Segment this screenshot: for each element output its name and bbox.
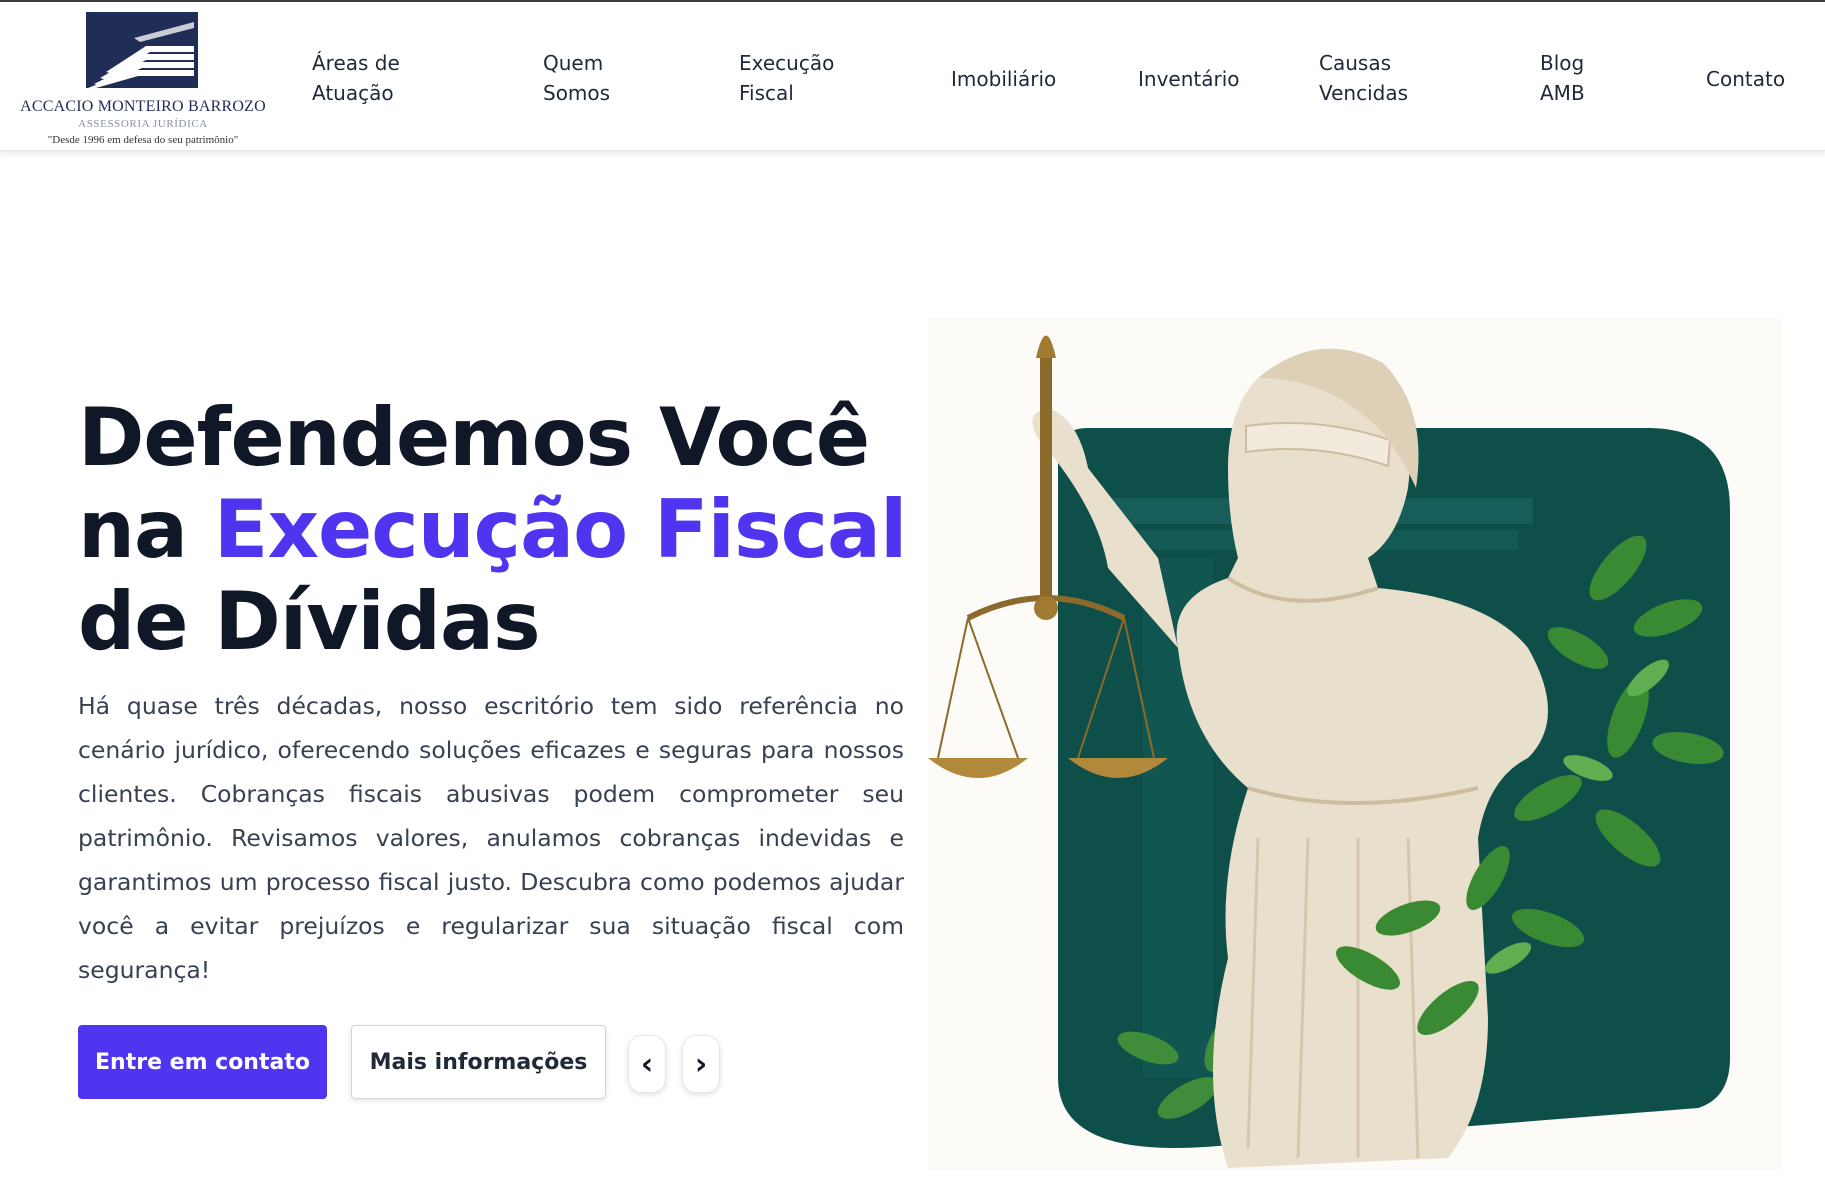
- hero-description: Há quase três décadas, nosso escritório …: [78, 692, 904, 984]
- nav-label-line2: Somos: [543, 81, 611, 105]
- nav-quem-somos[interactable]: Quem Somos: [543, 48, 610, 108]
- nav-label-line1: Quem: [543, 51, 604, 75]
- headline-part1: Defendemos Você: [78, 391, 870, 484]
- site-header: ACCACIO MONTEIRO BARROZO ASSESSORIA JURÍ…: [0, 2, 1825, 151]
- hero-headline: Defendemos Você na Execução Fiscal de Dí…: [78, 392, 938, 668]
- headline-part3: de Dívidas: [78, 575, 541, 668]
- logo-tagline: "Desde 1996 em defesa do seu patrimônio": [47, 134, 239, 146]
- nav-causas-vencidas[interactable]: Causas Vencidas: [1319, 48, 1408, 108]
- chevron-left-icon[interactable]: ‹: [628, 1035, 666, 1093]
- nav-contato[interactable]: Contato: [1706, 64, 1785, 94]
- nav-label-line1: Causas: [1319, 51, 1391, 75]
- nav-label-line1: Áreas de: [312, 51, 400, 75]
- nav-label-line1: Execução: [739, 51, 835, 75]
- nav-execucao-fiscal[interactable]: Execução Fiscal: [739, 48, 834, 108]
- logo-building-icon: [86, 12, 198, 88]
- logo-link[interactable]: ACCACIO MONTEIRO BARROZO ASSESSORIA JURÍ…: [18, 12, 268, 148]
- more-info-button[interactable]: Mais informações: [351, 1025, 606, 1099]
- nav-areas-de-atuacao[interactable]: Áreas de Atuação: [312, 48, 400, 108]
- headline-accent: Execução Fiscal: [213, 483, 908, 576]
- nav-label-line1: Blog: [1540, 51, 1585, 75]
- nav-inventario[interactable]: Inventário: [1138, 64, 1240, 94]
- nav-label: Contato: [1706, 67, 1786, 91]
- headline-part2: na: [78, 483, 214, 576]
- nav-label-line2: Vencidas: [1319, 81, 1409, 105]
- nav-imobiliario[interactable]: Imobiliário: [951, 64, 1056, 94]
- nav-label-line2: AMB: [1540, 81, 1585, 105]
- nav-label-line2: Atuação: [312, 81, 394, 105]
- nav-blog-amb[interactable]: Blog AMB: [1540, 48, 1585, 108]
- nav-label: Imobiliário: [951, 67, 1057, 91]
- logo-subtitle: ASSESSORIA JURÍDICA: [78, 118, 208, 130]
- nav-label-line2: Fiscal: [739, 81, 794, 105]
- lady-justice-illustration: [928, 318, 1782, 1170]
- nav-label: Inventário: [1138, 67, 1240, 91]
- chevron-right-icon[interactable]: ›: [682, 1035, 720, 1093]
- contact-button[interactable]: Entre em contato: [78, 1025, 327, 1099]
- logo-name: ACCACIO MONTEIRO BARROZO: [20, 98, 266, 115]
